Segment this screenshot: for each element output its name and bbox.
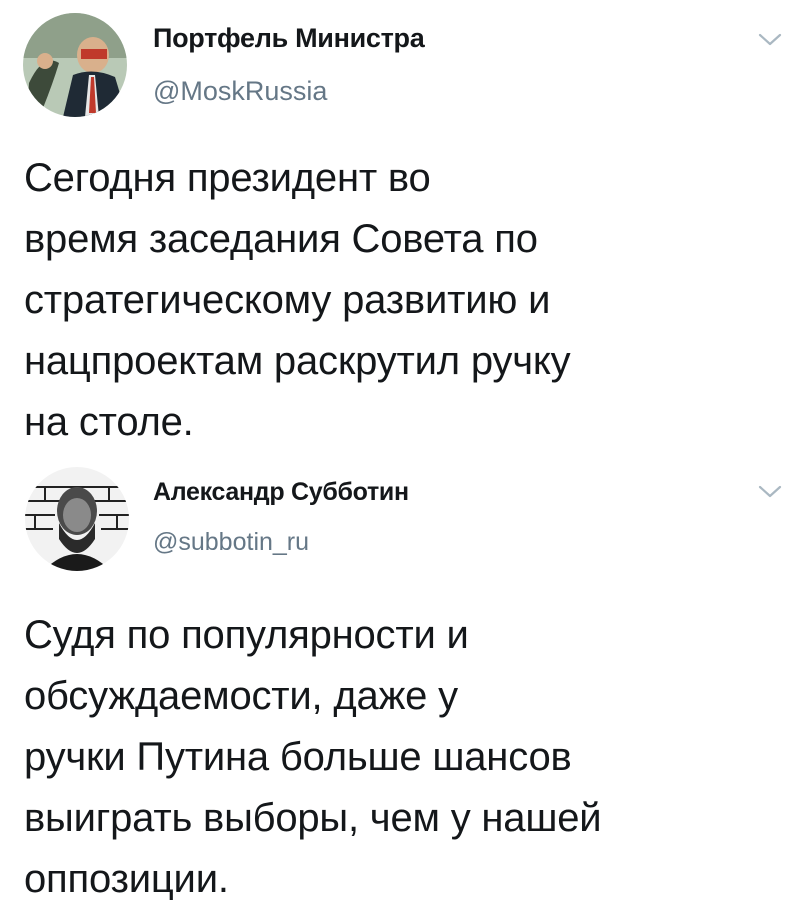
author-name[interactable]: Портфель Министра bbox=[153, 23, 425, 54]
tweet-text-line: обсуждаемости, даже у bbox=[24, 674, 458, 718]
tweet-text-line: Сегодня президент во bbox=[24, 156, 431, 200]
tweet-text-line: ручки Путина больше шансов bbox=[24, 735, 572, 779]
tweet-text-line: стратегическому развитию и bbox=[24, 278, 551, 322]
avatar[interactable] bbox=[25, 467, 129, 571]
avatar-image bbox=[25, 467, 129, 571]
tweet-text-line: на столе. bbox=[24, 400, 194, 444]
tweet-text-line: выиграть выборы, чем у нашей bbox=[24, 796, 602, 840]
tweet-text-line: Судя по популярности и bbox=[24, 613, 469, 657]
tweet-text-line: нацпроектам раскрутил ручку bbox=[24, 339, 571, 383]
tweet-text-line: время заседания Совета по bbox=[24, 217, 538, 261]
author-name[interactable]: Александр Субботин bbox=[153, 478, 409, 507]
tweet-text-line: оппозиции. bbox=[24, 857, 229, 901]
author-handle[interactable]: @subbotin_ru bbox=[153, 528, 309, 557]
avatar-image bbox=[23, 13, 127, 117]
chevron-down-icon[interactable] bbox=[757, 30, 783, 50]
avatar[interactable] bbox=[23, 13, 127, 117]
tweet-text: Сегодня президент во время заседания Сов… bbox=[24, 148, 764, 453]
chevron-down-icon[interactable] bbox=[757, 482, 783, 502]
tweet-text: Судя по популярности и обсуждаемости, да… bbox=[24, 605, 764, 910]
author-handle[interactable]: @MoskRussia bbox=[153, 76, 327, 107]
